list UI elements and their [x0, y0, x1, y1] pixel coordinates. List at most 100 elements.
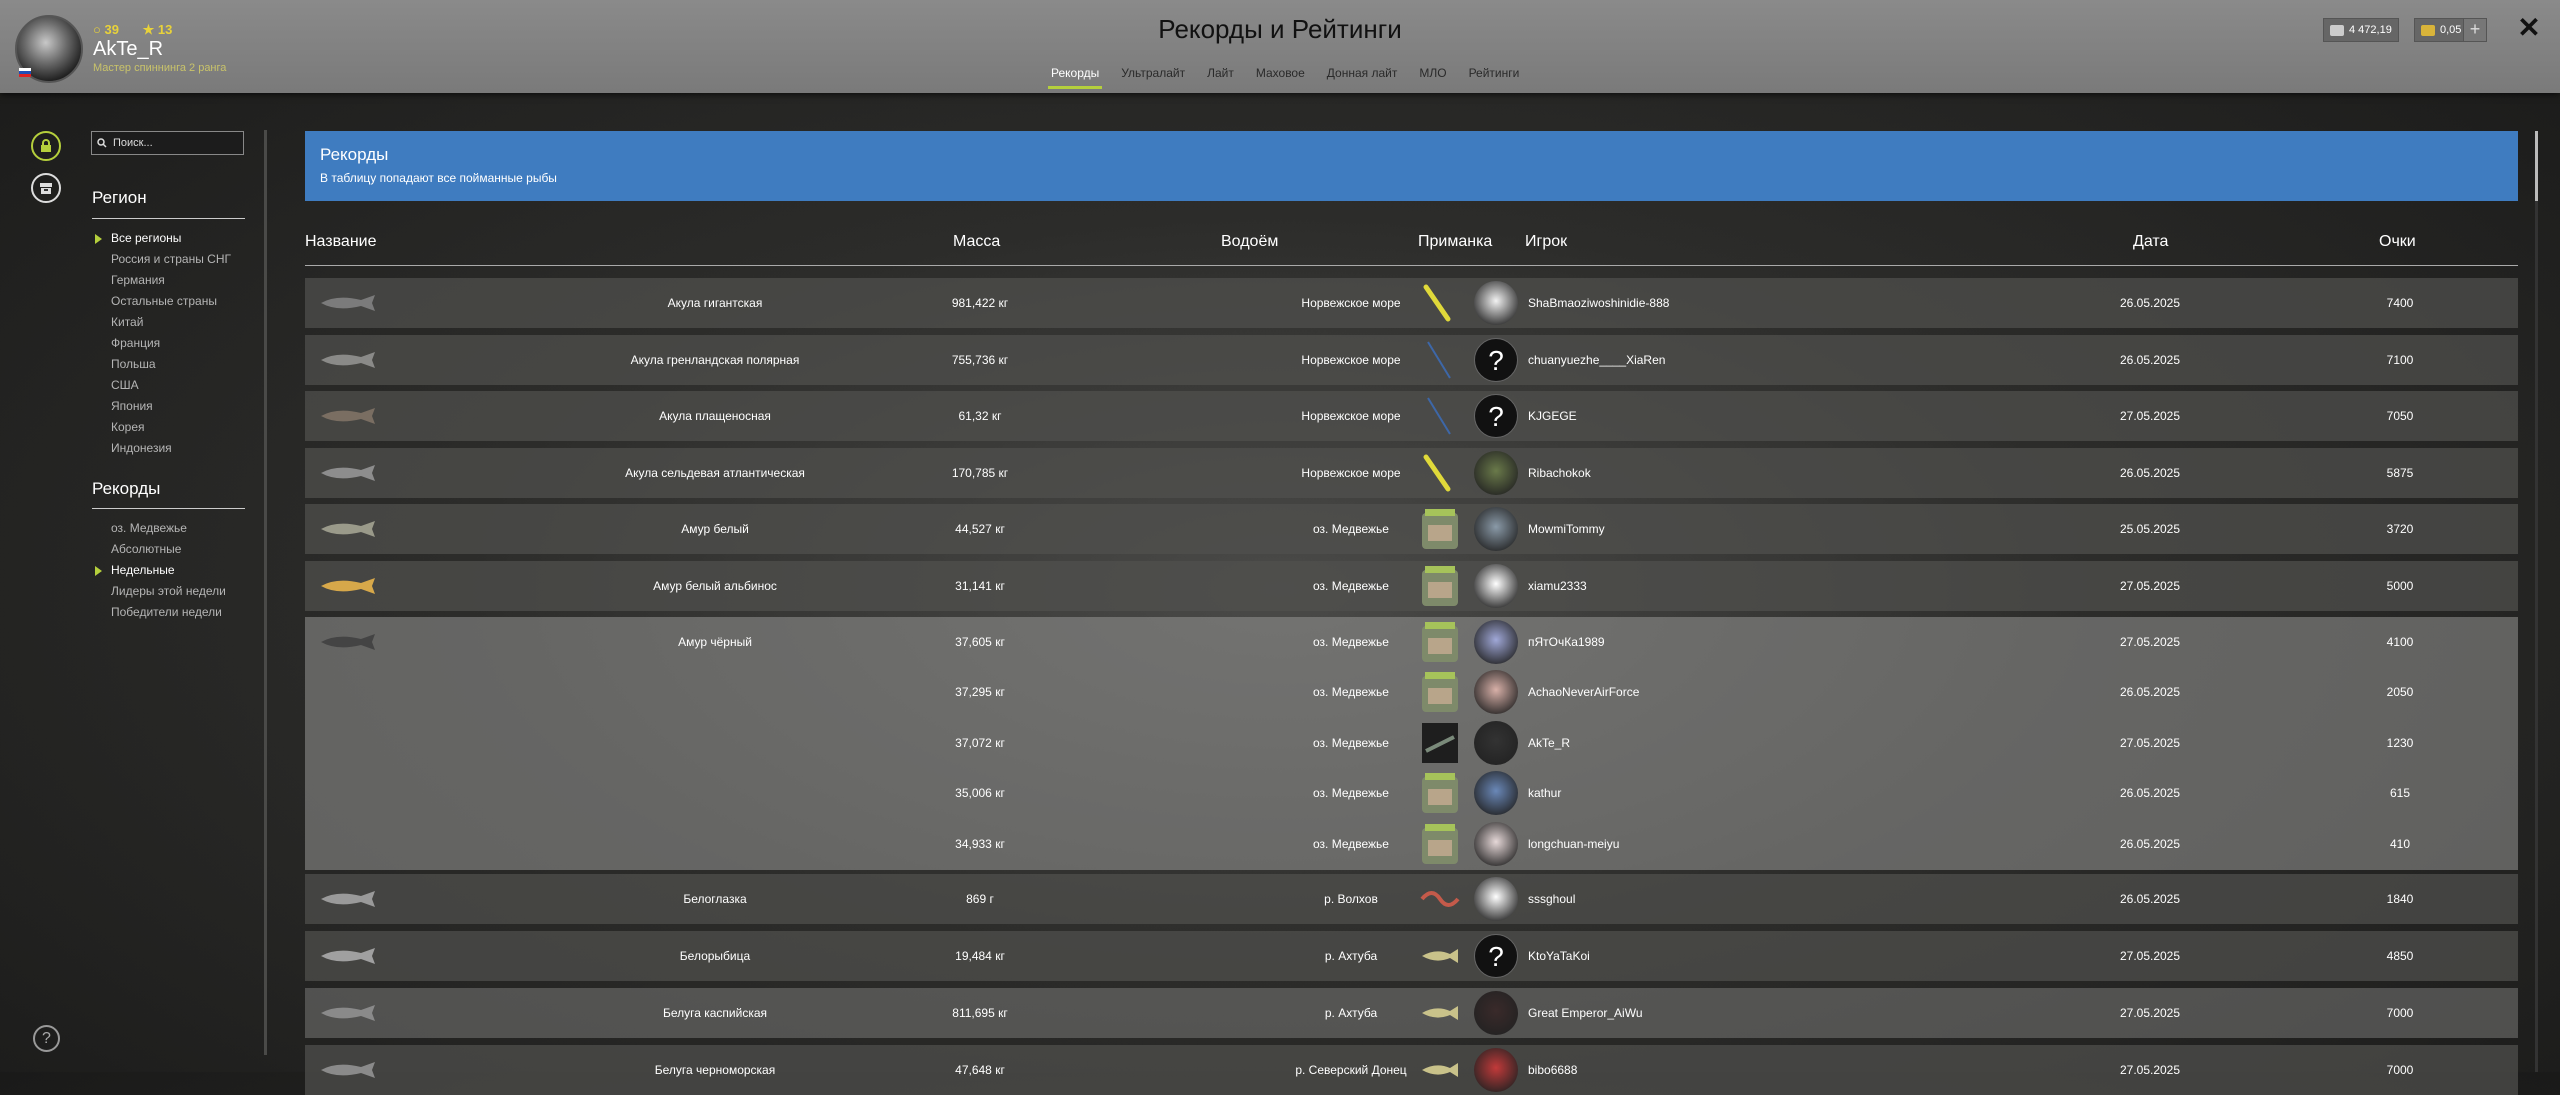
header-player[interactable]: Игрок: [1525, 233, 1567, 251]
player-avatar[interactable]: [1474, 991, 1518, 1035]
records-item-lake[interactable]: оз. Медвежье: [111, 518, 226, 539]
cell-player[interactable]: Ribachokok: [1528, 466, 1591, 480]
table-row[interactable]: Акула сельдевая атлантическая 170,785 кг Н…: [305, 448, 2518, 498]
fish-icon: [321, 1062, 375, 1078]
header-water[interactable]: Водоём: [1221, 233, 1278, 251]
table-row[interactable]: Амур белый 44,527 кг оз. Медвежье MowmiTomm…: [305, 504, 2518, 554]
region-item-usa[interactable]: США: [111, 375, 231, 396]
player-avatar[interactable]: [1474, 1048, 1518, 1092]
player-avatar[interactable]: [1474, 451, 1518, 495]
table-row[interactable]: Амур белый альбинос 31,141 кг оз. Медвежье…: [305, 561, 2518, 611]
player-avatar[interactable]: [1474, 507, 1518, 551]
player-avatar[interactable]: [1474, 877, 1518, 921]
player-avatar[interactable]: [1474, 822, 1518, 866]
player-avatar[interactable]: [1474, 281, 1518, 325]
fish-icon: [321, 948, 375, 964]
tab-ultralight[interactable]: Ультралайт: [1110, 66, 1196, 90]
region-item-poland[interactable]: Польша: [111, 354, 231, 375]
bait-icon: [1422, 509, 1458, 549]
cell-name: Белорыбица: [679, 949, 751, 963]
lock-icon[interactable]: [31, 131, 61, 161]
records-item-absolute[interactable]: Абсолютные: [111, 539, 226, 560]
table-row[interactable]: Акула гигантская 981,422 кг Норвежское мор…: [305, 278, 2518, 328]
tab-mlo[interactable]: МЛО: [1408, 66, 1457, 90]
search-input[interactable]: [111, 136, 235, 150]
cell-player[interactable]: xiamu2333: [1528, 579, 1587, 593]
region-item-all[interactable]: Все регионы: [95, 228, 231, 249]
player-avatar[interactable]: ?: [1474, 394, 1518, 438]
table-row[interactable]: Акула гренландская полярная 755,736 кг Нор…: [305, 335, 2518, 385]
scrollbar[interactable]: [2535, 131, 2538, 1072]
region-item-indonesia[interactable]: Индонезия: [111, 438, 231, 459]
region-item-russia[interactable]: Россия и страны СНГ: [111, 249, 231, 270]
cell-points: 4100: [2386, 635, 2414, 649]
cell-player[interactable]: пЯтОчКа1989: [1528, 635, 1605, 649]
cell-player[interactable]: KJGEGE: [1528, 409, 1577, 423]
header-date[interactable]: Дата: [2133, 233, 2168, 251]
player-avatar[interactable]: [1474, 771, 1518, 815]
player-avatar[interactable]: ?: [1474, 934, 1518, 978]
header-name[interactable]: Название: [305, 233, 377, 251]
player-avatar[interactable]: [1474, 670, 1518, 714]
table-row[interactable]: Белоглазка 869 г р. Волхов sssghoul 26.05.20…: [305, 874, 2518, 924]
table-row[interactable]: 37,072 кг оз. Медвежье AkTe_R 27.05.2025 123…: [305, 718, 2518, 768]
header-mass[interactable]: Масса: [953, 233, 1000, 251]
table-row[interactable]: Белуга каспийская 811,695 кг р. Ахтуба Grea…: [305, 988, 2518, 1038]
header-bait[interactable]: Приманка: [1418, 233, 1492, 251]
bait-icon: [1420, 891, 1460, 907]
cell-player[interactable]: KtoYaTaKoi: [1528, 949, 1590, 963]
table-row[interactable]: 35,006 кг оз. Медвежье kathur 26.05.2025 615: [305, 768, 2518, 818]
table-row[interactable]: 34,933 кг оз. Медвежье longchuan-meiyu 26.0…: [305, 819, 2518, 869]
table-row[interactable]: Акула плащеносная 61,32 кг Норвежское море…: [305, 391, 2518, 441]
cell-mass: 47,648 кг: [955, 1063, 1005, 1077]
region-item-germany[interactable]: Германия: [111, 270, 231, 291]
storage-box-icon[interactable]: [31, 173, 61, 203]
cell-points: 410: [2389, 837, 2411, 851]
sidebar-divider: [264, 130, 267, 1055]
tab-ratings[interactable]: Рейтинги: [1458, 66, 1531, 90]
region-item-korea[interactable]: Корея: [111, 417, 231, 438]
cell-date: 26.05.2025: [2119, 892, 2181, 906]
table-row[interactable]: Белуга черноморская 47,648 кг р. Северский…: [305, 1045, 2518, 1095]
cell-player[interactable]: Great Emperor_AiWu: [1528, 1006, 1643, 1020]
fish-icon: [321, 521, 375, 537]
search-box[interactable]: [91, 131, 244, 155]
records-item-winners[interactable]: Победители недели: [111, 602, 226, 623]
region-item-japan[interactable]: Япония: [111, 396, 231, 417]
player-avatar[interactable]: [1474, 620, 1518, 664]
player-avatar[interactable]: [1474, 721, 1518, 765]
tab-records[interactable]: Рекорды: [1040, 66, 1110, 90]
region-item-france[interactable]: Франция: [111, 333, 231, 354]
cell-date: 27.05.2025: [2119, 635, 2181, 649]
gold-currency: 0,05: [2414, 18, 2469, 42]
tab-pole[interactable]: Маховое: [1245, 66, 1316, 90]
help-icon[interactable]: ?: [33, 1025, 60, 1052]
cell-player[interactable]: AkTe_R: [1528, 736, 1570, 750]
region-item-china[interactable]: Китай: [111, 312, 231, 333]
cell-mass: 37,072 кг: [955, 736, 1005, 750]
cell-player[interactable]: chuanyuezhe____XiaRen: [1528, 353, 1665, 367]
region-item-other[interactable]: Остальные страны: [111, 291, 231, 312]
cell-name: Акула гренландская полярная: [630, 353, 800, 367]
cell-player[interactable]: AchaoNeverAirForce: [1528, 685, 1639, 699]
player-avatar[interactable]: ?: [1474, 338, 1518, 382]
cell-player[interactable]: longchuan-meiyu: [1528, 837, 1619, 851]
records-item-leaders[interactable]: Лидеры этой недели: [111, 581, 226, 602]
cell-player[interactable]: bibo6688: [1528, 1063, 1577, 1077]
bait-icon: [1422, 723, 1458, 763]
tab-light[interactable]: Лайт: [1196, 66, 1245, 90]
records-item-weekly[interactable]: Недельные: [95, 560, 226, 581]
cell-player[interactable]: ShaBmaoziwoshinidie-888: [1528, 296, 1669, 310]
scrollbar-thumb[interactable]: [2535, 131, 2538, 201]
table-row[interactable]: Белорыбица 19,484 кг р. Ахтуба KtoYaTaKoi 27…: [305, 931, 2518, 981]
close-icon[interactable]: ✕: [2515, 14, 2543, 42]
cell-player[interactable]: MowmiTommy: [1528, 522, 1605, 536]
table-row[interactable]: Амур чёрный 37,605 кг оз. Медвежье пЯтОчКа1…: [305, 617, 2518, 667]
header-points[interactable]: Очки: [2379, 233, 2416, 251]
player-avatar[interactable]: [1474, 564, 1518, 608]
add-currency-button[interactable]: +: [2463, 18, 2487, 42]
table-row[interactable]: 37,295 кг оз. Медвежье AchaoNeverAirForce 2…: [305, 667, 2518, 717]
cell-player[interactable]: kathur: [1528, 786, 1561, 800]
cell-player[interactable]: sssghoul: [1528, 892, 1575, 906]
tab-bottom-light[interactable]: Донная лайт: [1316, 66, 1409, 90]
